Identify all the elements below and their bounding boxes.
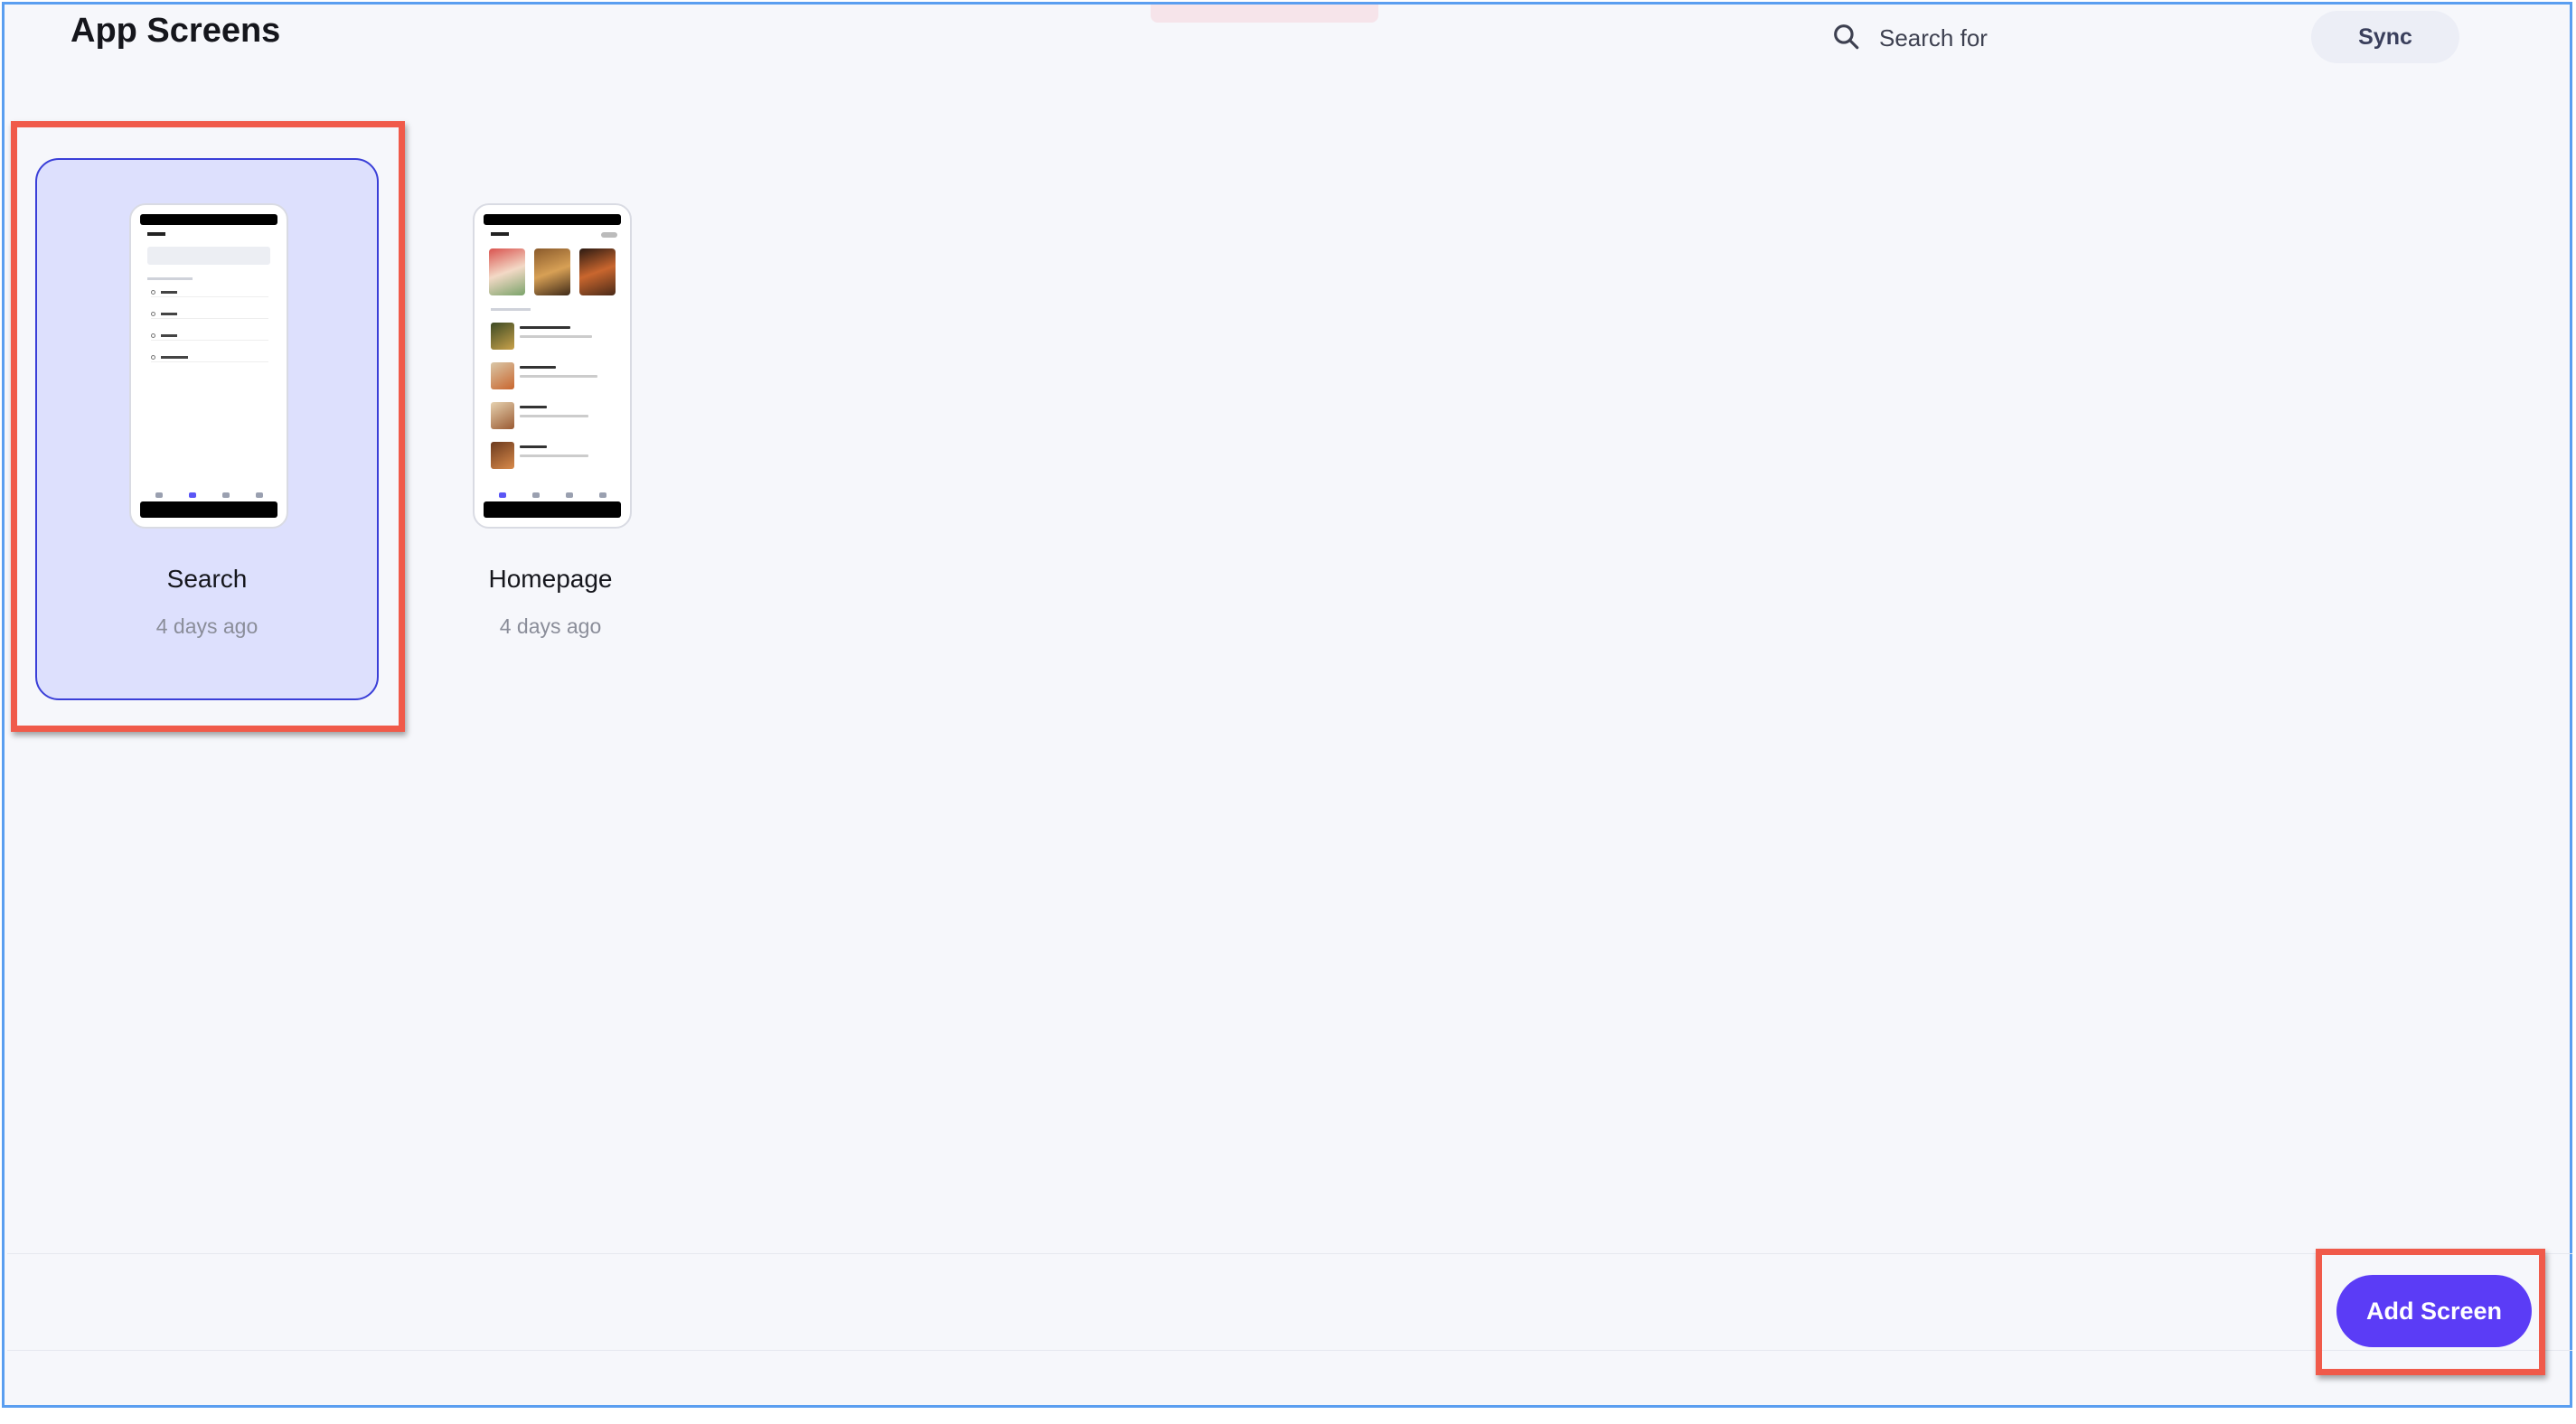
search-bar[interactable] [1830, 17, 2223, 59]
page-title: App Screens [71, 12, 281, 50]
screen-timestamp: 4 days ago [155, 614, 259, 638]
screen-thumbnail [473, 203, 632, 529]
screen-name: Search [166, 565, 248, 593]
footer-bar [7, 1253, 2572, 1351]
screen-thumbnail [129, 203, 288, 529]
search-icon [1830, 21, 1861, 56]
screen-card-search[interactable]: Search 4 days ago [35, 158, 379, 700]
sync-button[interactable]: Sync [2311, 11, 2459, 63]
search-input[interactable] [1879, 23, 2223, 52]
add-screen-button[interactable]: Add Screen [2336, 1275, 2532, 1347]
top-tab-handle[interactable] [1151, 5, 1378, 23]
screen-card-homepage[interactable]: Homepage 4 days ago [379, 158, 722, 700]
app-window: App Screens Sync Search 4 days ago [2, 2, 2572, 1408]
screen-name: Homepage [488, 565, 613, 593]
screen-timestamp: 4 days ago [499, 614, 602, 638]
